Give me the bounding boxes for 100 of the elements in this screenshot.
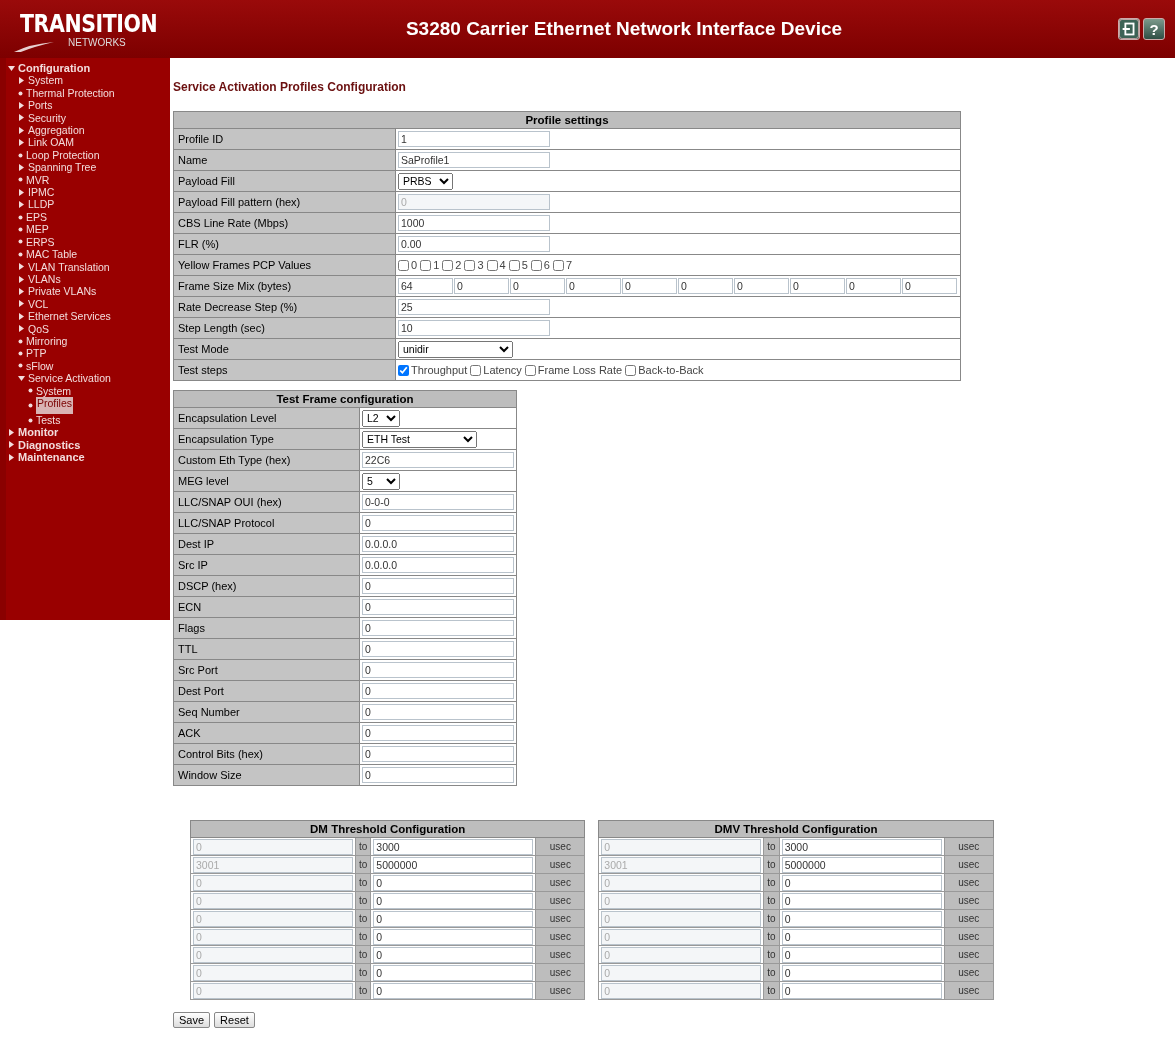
nav-link[interactable]: System [28,74,63,87]
dropdown[interactable]: 5 [362,472,400,490]
checkbox[interactable] [442,259,454,271]
text-field[interactable]: 0 [373,946,534,963]
checkbox[interactable] [524,364,536,376]
nav-link[interactable]: ERPS [26,235,55,249]
text-field[interactable]: 0 [362,515,514,531]
nav-link[interactable]: PTP [26,347,47,360]
checkbox[interactable] [398,259,409,271]
text-field[interactable]: 0.0.0.0 [362,557,514,573]
dropdown[interactable]: unidir [398,340,513,358]
text-field[interactable]: 3000 [781,838,942,855]
checkbox[interactable] [508,259,520,271]
text-field[interactable]: 0 [362,620,514,636]
nav-link[interactable]: Link OAM [28,136,75,149]
text-field[interactable]: SaProfile1 [398,152,550,168]
text-field[interactable]: 0 [790,278,845,294]
checkbox[interactable] [398,364,409,376]
text-field[interactable]: 0 [846,278,901,294]
text-field[interactable]: 0 [362,746,514,762]
text-field[interactable]: 0 [734,278,789,294]
dropdown[interactable]: L2 [362,409,400,427]
text-field[interactable]: 1 [398,131,550,147]
checkbox[interactable] [552,259,564,271]
nav-link[interactable]: Maintenance [18,451,85,464]
checkbox[interactable] [420,259,432,271]
text-field[interactable]: 5000000 [373,856,534,873]
text-field[interactable]: 0 [362,683,514,699]
text-field[interactable]: 0.0.0.0 [362,536,514,552]
text-field[interactable]: 0 [362,725,514,741]
text-field[interactable]: 5000000 [781,856,942,873]
text-field[interactable]: 0 [781,946,942,963]
nav-link[interactable]: System [36,384,71,397]
text-field[interactable]: 0 [373,910,534,927]
nav-link[interactable]: Spanning Tree [28,161,97,174]
nav-link[interactable]: Thermal Protection [26,86,115,100]
text-field[interactable]: 0 [781,964,942,981]
nav-link[interactable]: MEP [26,223,49,236]
checkbox[interactable] [625,364,637,376]
checkbox[interactable] [470,364,482,376]
text-field[interactable]: 0-0-0 [362,494,514,510]
logout-icon[interactable] [1118,18,1140,40]
nav-link[interactable]: Loop Protection [26,148,100,162]
nav-link[interactable]: VLAN Translation [28,260,110,273]
text-field[interactable]: 0 [566,278,621,294]
text-field[interactable]: 0 [902,278,957,294]
nav-link[interactable]: sFlow [26,359,54,373]
nav-link[interactable]: MAC Table [26,248,78,261]
text-field[interactable]: 0 [510,278,565,294]
text-field[interactable]: 64 [398,278,453,294]
nav-link[interactable]: Monitor [18,426,59,439]
text-field[interactable]: 0 [373,874,534,891]
text-field[interactable]: 0 [373,892,534,909]
text-field[interactable]: 0 [362,641,514,657]
text-field[interactable]: 0 [454,278,509,294]
text-field[interactable]: 22C6 [362,452,514,468]
text-field[interactable]: 0 [781,928,942,945]
text-field[interactable]: 0 [373,982,534,999]
nav-link[interactable]: Security [28,111,66,125]
text-field[interactable]: 3000 [373,838,534,855]
nav-link[interactable]: VLANs [28,272,61,286]
nav-link[interactable]: QoS [28,322,49,335]
text-field[interactable]: 0 [373,964,534,981]
nav-link[interactable]: Diagnostics [18,438,81,452]
text-field[interactable]: 0 [362,767,514,783]
text-field[interactable]: 0 [678,278,733,294]
checkbox[interactable] [530,259,542,271]
nav-link[interactable]: Mirroring [26,334,68,348]
checkbox[interactable] [464,259,476,271]
form-button[interactable]: Reset [214,1012,255,1028]
nav-link[interactable]: Tests [36,413,61,427]
nav-link[interactable]: VCL [28,297,49,311]
text-field[interactable]: 0 [781,892,942,909]
text-field[interactable]: 0 [373,928,534,945]
nav-link[interactable]: MVR [26,173,50,187]
nav-link[interactable]: Ethernet Services [28,310,111,323]
text-field[interactable]: 0 [781,910,942,927]
text-field[interactable]: 0 [362,704,514,720]
form-button[interactable]: Save [173,1012,211,1028]
nav-link[interactable]: IPMC [28,186,55,199]
nav-link[interactable]: Service Activation [28,372,111,385]
nav-link[interactable]: Configuration [18,62,91,75]
help-button[interactable]: ? [1143,18,1165,40]
dropdown[interactable]: PRBS [398,172,453,190]
text-field[interactable]: 0 [622,278,677,294]
text-field[interactable]: 0 [362,662,514,678]
text-field[interactable]: 0 [362,599,514,615]
nav-link[interactable]: Aggregation [28,124,85,137]
nav-link[interactable]: Profiles [36,396,73,414]
text-field[interactable]: 10 [398,320,550,336]
nav-link[interactable]: EPS [26,210,47,224]
text-field[interactable]: 0 [781,982,942,999]
text-field[interactable]: 0 [362,578,514,594]
dropdown[interactable]: ETH Test [362,430,477,448]
text-field[interactable]: 1000 [398,215,550,231]
nav-link[interactable]: LLDP [28,198,55,211]
checkbox[interactable] [486,259,498,271]
text-field[interactable]: 25 [398,299,550,315]
nav-link[interactable]: Ports [28,99,53,112]
text-field[interactable]: 0.00 [398,236,550,252]
